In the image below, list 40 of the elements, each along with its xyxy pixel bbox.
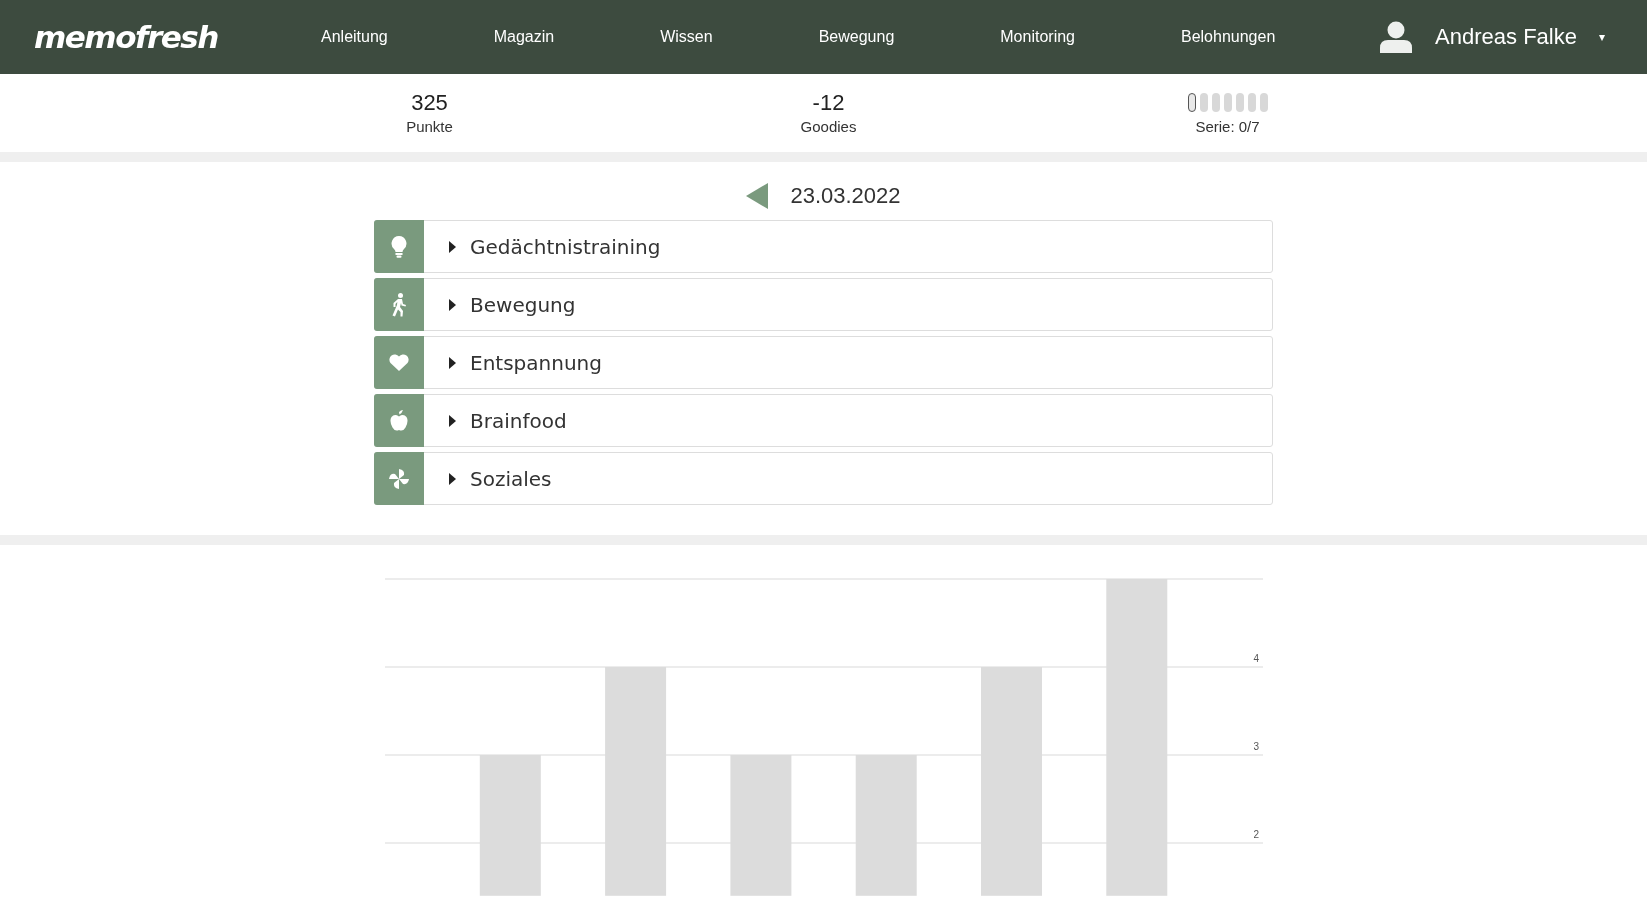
y-axis-label: 4 xyxy=(1253,653,1259,664)
category-row[interactable]: Brainfood xyxy=(374,394,1273,447)
category-label: Entspannung xyxy=(470,350,602,375)
logo[interactable]: memofresh xyxy=(34,19,254,55)
category-label: Soziales xyxy=(470,466,552,491)
walking-person-icon xyxy=(391,292,407,317)
nav-link[interactable]: Anleitung xyxy=(311,28,398,46)
category-row[interactable]: Gedächtnistraining xyxy=(374,220,1273,273)
nav-link[interactable]: Magazin xyxy=(483,28,565,46)
goodies-value: -12 xyxy=(812,91,845,116)
nav-link[interactable]: Belohnungen xyxy=(1171,28,1286,46)
nav-link[interactable]: Bewegung xyxy=(808,28,905,46)
points-value: 325 xyxy=(411,91,448,116)
category-label: Brainfood xyxy=(470,408,567,433)
date-label: 23.03.2022 xyxy=(790,183,901,209)
category-row[interactable]: Bewegung xyxy=(374,278,1273,331)
caret-right-icon xyxy=(449,356,456,369)
caret-right-icon xyxy=(449,240,456,253)
category-row[interactable]: Entspannung xyxy=(374,336,1273,389)
nav-link[interactable]: Wissen xyxy=(650,28,723,46)
heart-icon xyxy=(389,354,409,371)
nav-link[interactable]: Monitoring xyxy=(990,28,1085,46)
points-label: Punkte xyxy=(406,117,453,135)
category-row[interactable]: Soziales xyxy=(374,452,1273,505)
lightbulb-icon xyxy=(391,235,407,258)
user-avatar-icon[interactable] xyxy=(1379,21,1414,53)
pinwheel-icon xyxy=(388,467,410,490)
y-axis-label: 3 xyxy=(1253,741,1259,752)
caret-right-icon xyxy=(449,298,456,311)
caret-right-icon xyxy=(449,414,456,427)
caret-right-icon xyxy=(449,472,456,485)
previous-day-arrow-icon[interactable] xyxy=(746,183,769,209)
user-name[interactable]: Andreas Falke xyxy=(1435,24,1577,50)
category-label: Bewegung xyxy=(470,292,576,317)
goodies-label: Goodies xyxy=(800,117,857,135)
category-label: Gedächtnistraining xyxy=(470,234,661,259)
apple-icon xyxy=(390,409,408,432)
streak-label: Serie: 0/7 xyxy=(1195,117,1260,135)
user-menu-caret[interactable]: ▾ xyxy=(1598,30,1605,44)
y-axis-label: 2 xyxy=(1253,829,1259,840)
